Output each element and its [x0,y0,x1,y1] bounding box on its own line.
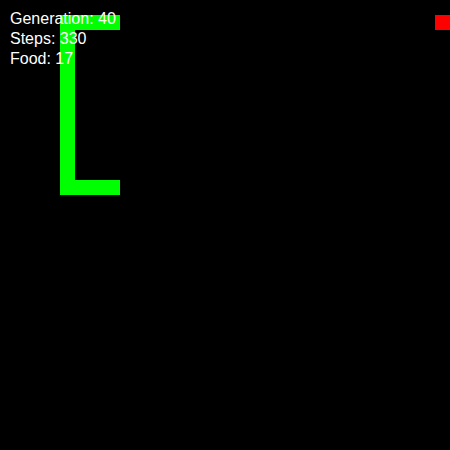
snake-segment [60,150,75,165]
snake-segment [60,165,75,180]
snake-segment [60,75,75,90]
food-label: Food: 17 [10,49,116,69]
game-board: Generation: 40Steps: 330Food: 17 [0,0,450,450]
snake-segment [60,105,75,120]
snake-segment [60,120,75,135]
snake-segment [60,90,75,105]
snake-segment [60,135,75,150]
steps-label: Steps: 330 [10,29,116,49]
cell-layer [0,0,450,450]
snake-segment [75,180,90,195]
generation-label: Generation: 40 [10,9,116,29]
snake-segment [60,180,75,195]
snake-segment [90,180,105,195]
hud: Generation: 40Steps: 330Food: 17 [10,9,116,69]
snake-segment [105,180,120,195]
food [435,15,450,30]
